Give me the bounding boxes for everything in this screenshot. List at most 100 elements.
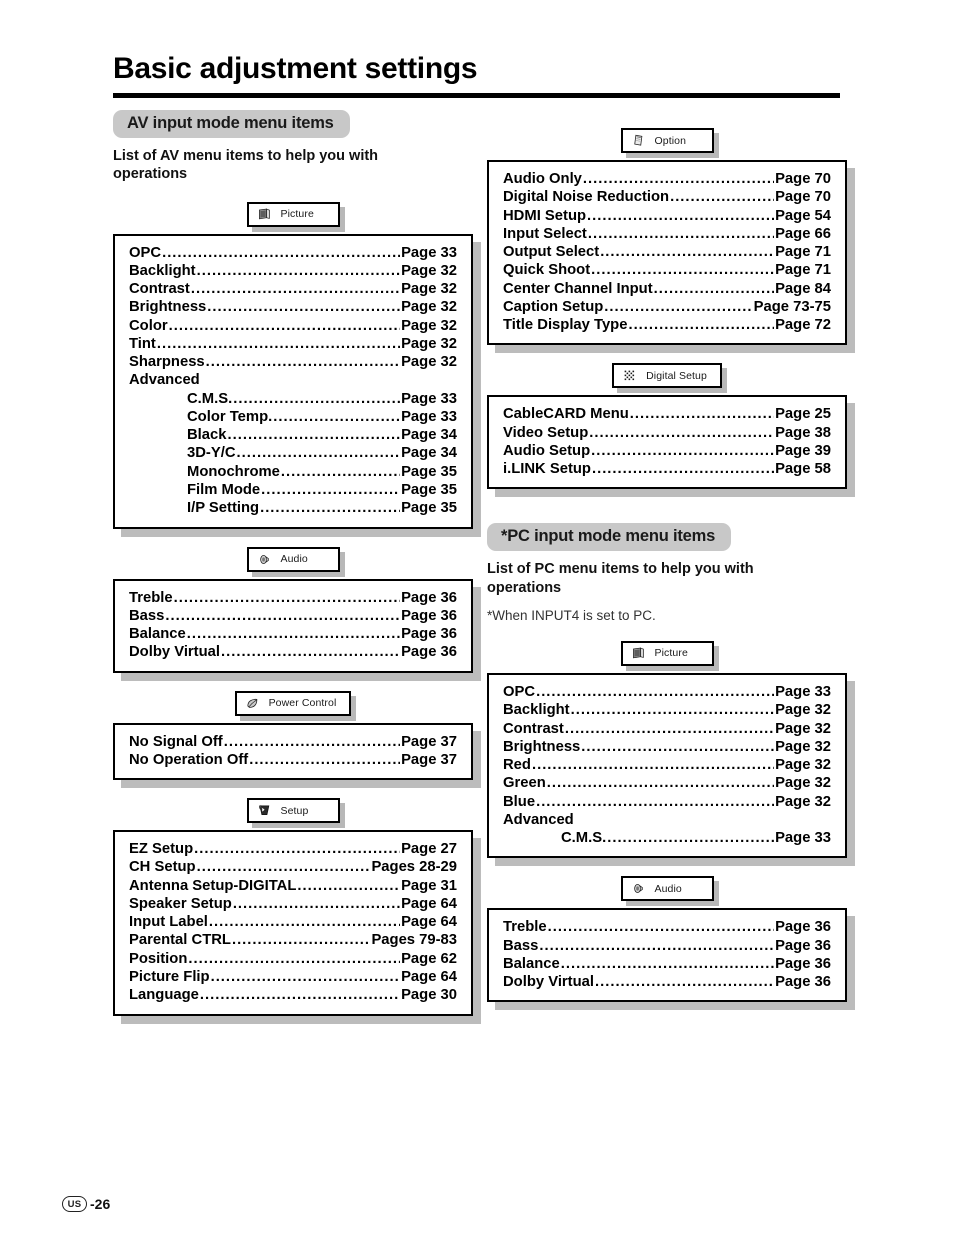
menu-item-row[interactable]: EZ Setup................................… xyxy=(129,840,457,858)
menu-item-row[interactable]: i.LINK Setup............................… xyxy=(503,460,831,478)
menu-tab-picture[interactable]: Picture xyxy=(246,201,340,227)
menu-item-row[interactable]: Output Select...........................… xyxy=(503,243,831,261)
menu-item-page-ref: Page 70 xyxy=(775,189,831,206)
menu-item-row[interactable]: Balance.................................… xyxy=(503,955,831,973)
menu-item-page-ref: Page 32 xyxy=(401,262,457,279)
menu-item-row[interactable]: Color Temp..............................… xyxy=(129,408,457,426)
leader-dots: ........................................… xyxy=(196,262,400,279)
menu-item-row[interactable]: Backlight...............................… xyxy=(503,701,831,719)
leader-dots: ........................................… xyxy=(581,738,774,755)
menu-item-row[interactable]: Position................................… xyxy=(129,950,457,968)
menu-item-page-ref: Page 32 xyxy=(775,702,831,719)
menu-item-row[interactable]: Picture Flip............................… xyxy=(129,968,457,986)
leader-dots: ........................................… xyxy=(547,919,775,936)
menu-item-page-ref: Page 64 xyxy=(401,968,457,985)
menu-item-row[interactable]: Backlight...............................… xyxy=(129,262,457,280)
menu-item-name: Bass xyxy=(129,607,165,624)
title-divider xyxy=(113,93,840,98)
menu-item-row[interactable]: HDMI Setup..............................… xyxy=(503,207,831,225)
menu-item-row[interactable]: Audio Only..............................… xyxy=(503,170,831,188)
menu-item-row[interactable]: Center Channel Input....................… xyxy=(503,280,831,298)
menu-item-row[interactable]: Brightness..............................… xyxy=(503,738,831,756)
menu-item-row[interactable]: Red.....................................… xyxy=(503,756,831,774)
menu-item-row[interactable]: Audio Setup.............................… xyxy=(503,442,831,460)
menu-item-row[interactable]: No Signal Off...........................… xyxy=(129,733,457,751)
menu-item-row[interactable]: Bass....................................… xyxy=(503,937,831,955)
menu-tab-picture[interactable]: Picture xyxy=(620,640,714,666)
menu-item-row[interactable]: Caption Setup...........................… xyxy=(503,298,831,316)
menu-tab-option[interactable]: Option xyxy=(620,128,714,153)
menu-item-name: C.M.S. xyxy=(187,390,233,407)
menu-item-row[interactable]: CH Setup................................… xyxy=(129,858,457,876)
menu-item-box: Treble..................................… xyxy=(113,578,473,673)
menu-tab-audio[interactable]: Audio xyxy=(246,546,340,572)
menu-item-page-ref: Page 33 xyxy=(401,390,457,407)
menu-tab-audio[interactable]: Audio xyxy=(620,876,714,902)
menu-item-row[interactable]: Black...................................… xyxy=(129,426,457,444)
menu-item-row[interactable]: Speaker Setup...........................… xyxy=(129,895,457,913)
menu-tab-label: Audio xyxy=(280,553,308,566)
menu-item-row[interactable]: Color...................................… xyxy=(129,317,457,335)
menu-item-page-ref: Pages 79-83 xyxy=(371,932,457,949)
menu-item-row[interactable]: Input Label.............................… xyxy=(129,913,457,931)
menu-item-row[interactable]: C.M.S...................................… xyxy=(503,829,831,847)
menu-item-row[interactable]: Tint....................................… xyxy=(129,335,457,353)
menu-tab-wrapper: Picture xyxy=(487,640,847,666)
menu-item-row[interactable]: 3D-Y/C..................................… xyxy=(129,444,457,462)
menu-item-page-ref: Page 32 xyxy=(775,738,831,755)
leader-dots: ........................................… xyxy=(591,442,775,459)
menu-item-row[interactable]: Sharpness...............................… xyxy=(129,353,457,371)
menu-item-row[interactable]: Input Select............................… xyxy=(503,225,831,243)
menu-item-page-ref: Page 84 xyxy=(775,280,831,297)
menu-item-page-ref: Page 71 xyxy=(775,262,831,279)
menu-item-row[interactable]: Antenna Setup-DIGITAL...................… xyxy=(129,877,457,895)
menu-item-row[interactable]: Dolby Virtual...........................… xyxy=(503,973,831,991)
menu-item-row[interactable]: Parental CTRL...........................… xyxy=(129,931,457,949)
leader-dots: ........................................… xyxy=(546,775,775,792)
leader-dots: ........................................… xyxy=(221,644,400,661)
menu-item-name: EZ Setup xyxy=(129,841,194,858)
leader-dots: ........................................… xyxy=(536,793,774,810)
menu-item-row[interactable]: Bass....................................… xyxy=(129,607,457,625)
menu-item-row[interactable]: Dolby Virtual...........................… xyxy=(129,643,457,661)
menu-item-row[interactable]: Monochrome..............................… xyxy=(129,463,457,481)
menu-item-name: Language xyxy=(129,987,199,1004)
menu-item-page-ref: Page 34 xyxy=(401,427,457,444)
menu-item-row[interactable]: Treble..................................… xyxy=(503,918,831,936)
menu-item-row[interactable]: C.M.S...................................… xyxy=(129,390,457,408)
menu-item-row[interactable]: Brightness..............................… xyxy=(129,298,457,316)
menu-item-row[interactable]: OPC.....................................… xyxy=(129,244,457,262)
menu-item-row[interactable]: Title Display Type......................… xyxy=(503,316,831,334)
menu-item-row[interactable]: Advanced................................… xyxy=(129,371,457,389)
picture-icon xyxy=(631,646,646,661)
menu-item-name: Digital Noise Reduction xyxy=(503,189,670,206)
menu-item-row[interactable]: Advanced................................… xyxy=(503,811,831,829)
menu-item-box: CableCARD Menu..........................… xyxy=(487,395,847,490)
menu-item-row[interactable]: Green...................................… xyxy=(503,774,831,792)
menu-item-name: Parental CTRL xyxy=(129,932,231,949)
page-number: -26 xyxy=(90,1196,111,1212)
menu-tab-power-control[interactable]: Power Control xyxy=(234,690,352,716)
menu-item-row[interactable]: No Operation Off........................… xyxy=(129,751,457,769)
menu-tab-setup[interactable]: Setup xyxy=(246,798,340,824)
menu-item-page-ref: Page 32 xyxy=(401,354,457,371)
menu-item-row[interactable]: Quick Shoot.............................… xyxy=(503,261,831,279)
menu-item-page-ref: Page 37 xyxy=(401,751,457,768)
menu-item-row[interactable]: Treble..................................… xyxy=(129,589,457,607)
menu-item-row[interactable]: Contrast................................… xyxy=(503,720,831,738)
menu-item-row[interactable]: Blue....................................… xyxy=(503,793,831,811)
menu-item-row[interactable]: Video Setup.............................… xyxy=(503,424,831,442)
menu-item-row[interactable]: Language................................… xyxy=(129,986,457,1004)
menu-item-name: Audio Only xyxy=(503,171,582,187)
menu-item-row[interactable]: Contrast................................… xyxy=(129,280,457,298)
menu-tab-digital-setup[interactable]: Digital Setup xyxy=(612,363,722,389)
menu-item-page-ref: Page 36 xyxy=(401,589,457,606)
menu-item-row[interactable]: OPC.....................................… xyxy=(503,683,831,701)
menu-item-row[interactable]: Balance.................................… xyxy=(129,625,457,643)
menu-item-name: Dolby Virtual xyxy=(129,644,220,661)
menu-item-row[interactable]: I/P Setting.............................… xyxy=(129,499,457,517)
menu-item-row[interactable]: Film Mode...............................… xyxy=(129,481,457,499)
leader-dots: ........................................… xyxy=(236,445,401,462)
menu-item-row[interactable]: CableCARD Menu..........................… xyxy=(503,405,831,423)
menu-item-row[interactable]: Digital Noise Reduction.................… xyxy=(503,188,831,206)
